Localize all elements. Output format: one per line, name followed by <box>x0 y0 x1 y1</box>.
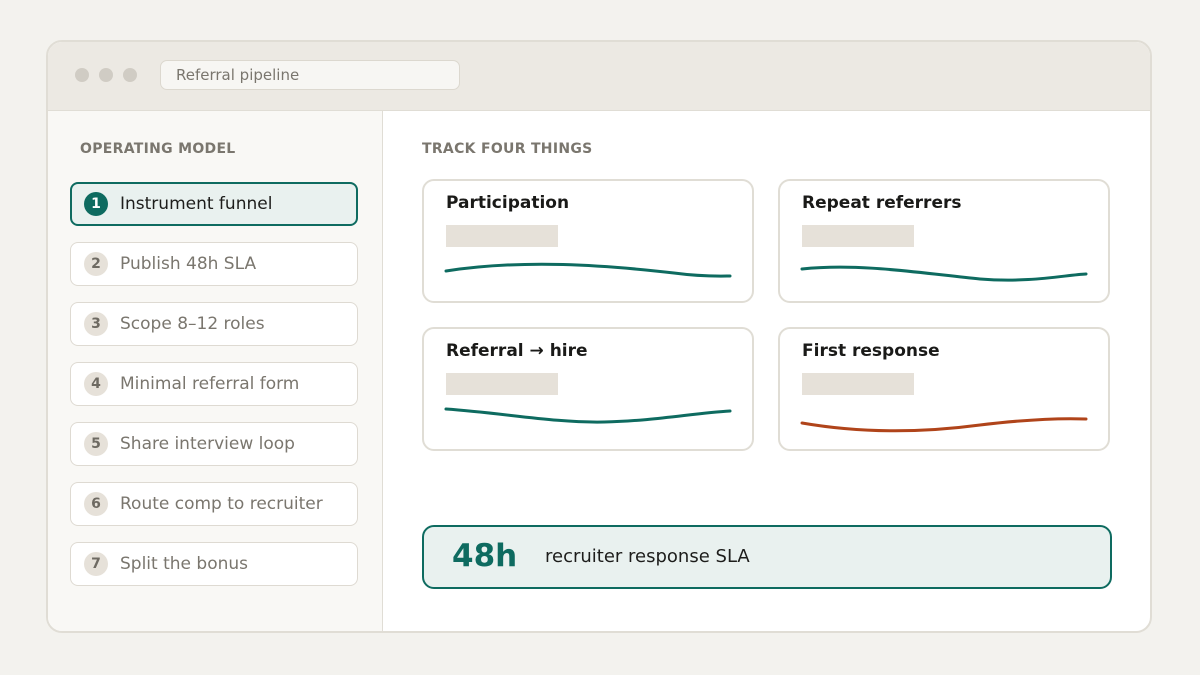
step-label: Instrument funnel <box>120 194 273 214</box>
step-number-badge: 3 <box>84 312 108 336</box>
step-number-badge: 6 <box>84 492 108 516</box>
step-label: Publish 48h SLA <box>120 254 257 274</box>
trend-sparkline <box>800 417 1088 433</box>
step-label: Scope 8–12 roles <box>120 314 265 334</box>
trend-line <box>444 262 732 278</box>
step-label: Route comp to recruiter <box>120 494 323 514</box>
trend-sparkline <box>444 262 732 278</box>
trend-line <box>444 407 732 424</box>
step-item-scope-roles[interactable]: 3 Scope 8–12 roles <box>70 302 358 346</box>
trend-sparkline <box>444 407 732 424</box>
metric-card-participation: Participation <box>422 179 754 303</box>
step-number-badge: 5 <box>84 432 108 456</box>
step-number-badge: 4 <box>84 372 108 396</box>
sla-value: 48h <box>452 538 518 574</box>
metric-card-referral-to-hire: Referral → hire <box>422 327 754 451</box>
step-label: Share interview loop <box>120 434 295 454</box>
metric-card-first-response: First response <box>778 327 1110 451</box>
step-item-route-comp[interactable]: 6 Route comp to recruiter <box>70 482 358 526</box>
sidebar-heading: OPERATING MODEL <box>80 141 236 157</box>
metric-card-repeat-referrers: Repeat referrers <box>778 179 1110 303</box>
step-item-split-bonus[interactable]: 7 Split the bonus <box>70 542 358 586</box>
main-heading: TRACK FOUR THINGS <box>422 141 593 157</box>
sla-label: recruiter response SLA <box>545 546 750 567</box>
step-item-publish-sla[interactable]: 2 Publish 48h SLA <box>70 242 358 286</box>
trend-sparkline <box>800 265 1088 282</box>
title-bar: Referral pipeline <box>48 42 1150 111</box>
sla-callout: 48h recruiter response SLA <box>422 525 1112 589</box>
step-item-minimal-form[interactable]: 4 Minimal referral form <box>70 362 358 406</box>
sidebar: OPERATING MODEL 1 Instrument funnel 2 Pu… <box>48 111 383 631</box>
address-bar[interactable]: Referral pipeline <box>160 60 460 90</box>
step-label: Split the bonus <box>120 554 248 574</box>
window-minimize-dot[interactable] <box>99 68 113 82</box>
step-label: Minimal referral form <box>120 374 300 394</box>
window-close-dot[interactable] <box>75 68 89 82</box>
window-maximize-dot[interactable] <box>123 68 137 82</box>
step-number-badge: 7 <box>84 552 108 576</box>
trend-line <box>800 417 1088 433</box>
step-item-share-interview-loop[interactable]: 5 Share interview loop <box>70 422 358 466</box>
browser-window: Referral pipeline OPERATING MODEL 1 Inst… <box>46 40 1152 633</box>
step-number-badge: 1 <box>84 192 108 216</box>
step-item-instrument-funnel[interactable]: 1 Instrument funnel <box>70 182 358 226</box>
trend-line <box>800 265 1088 282</box>
step-number-badge: 2 <box>84 252 108 276</box>
